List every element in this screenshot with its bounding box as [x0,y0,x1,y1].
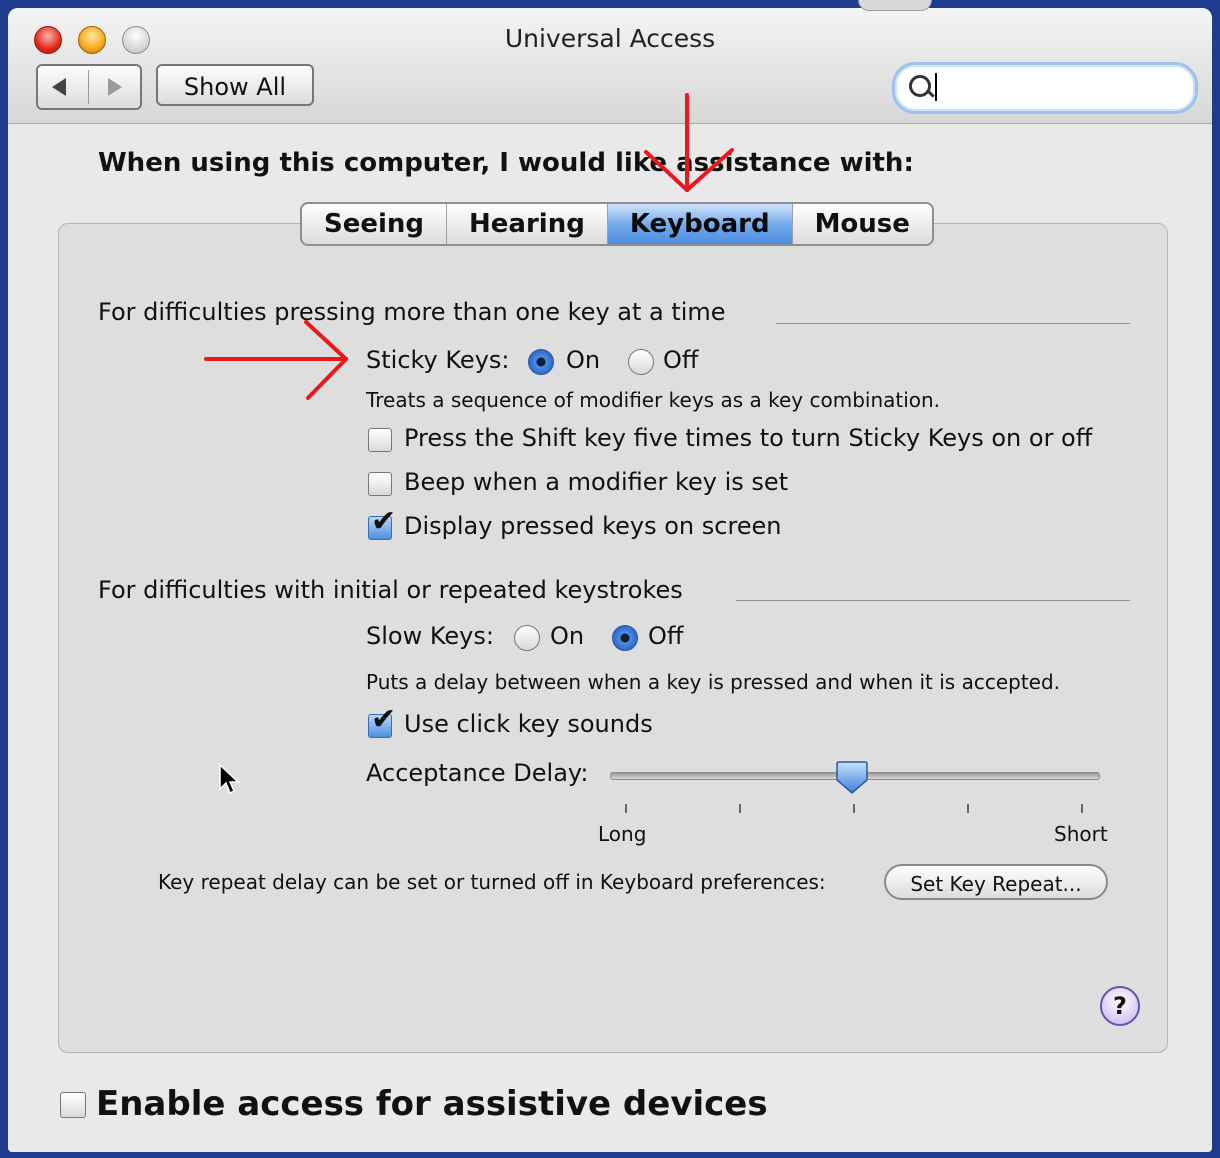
window-title: Universal Access [504,24,716,53]
assistance-tabs: Seeing Hearing Keyboard Mouse [300,202,934,246]
slider-tick [853,804,855,813]
sticky-keys-off-radio[interactable] [628,349,654,375]
assistance-heading: When using this computer, I would like a… [98,148,914,178]
back-forward-control [36,64,142,110]
slow-keys-off-radio[interactable] [612,625,638,651]
sticky-keys-on-label[interactable]: On [566,346,600,374]
back-arrow-icon[interactable] [52,78,66,96]
slow-keys-on-label[interactable]: On [550,622,584,650]
slider-tick [967,804,969,813]
set-key-repeat-button[interactable]: Set Key Repeat... [884,864,1108,900]
acceptance-delay-label: Acceptance Delay: [366,759,589,787]
slow-keys-description: Puts a delay between when a key is press… [366,670,1061,694]
search-field[interactable] [892,62,1198,114]
display-pressed-keys-label[interactable]: Display pressed keys on screen [404,512,782,540]
shift-five-times-checkbox[interactable] [368,428,392,452]
checkmark-icon: ✔ [371,702,397,737]
text-caret [935,73,937,101]
help-button[interactable]: ? [1100,986,1140,1026]
forward-arrow-icon[interactable] [108,78,122,96]
sticky-keys-label: Sticky Keys: [366,346,510,374]
slow-keys-on-radio[interactable] [514,625,540,651]
assistive-devices-label[interactable]: Enable access for assistive devices [96,1084,768,1124]
assistive-devices-checkbox[interactable] [60,1092,86,1118]
tab-keyboard[interactable]: Keyboard [607,204,793,244]
section-divider [736,600,1130,601]
checkmark-icon: ✔ [371,504,397,539]
tab-hearing[interactable]: Hearing [447,204,608,244]
sticky-keys-on-radio[interactable] [528,349,554,375]
beep-modifier-label[interactable]: Beep when a modifier key is set [404,468,788,496]
display-pressed-keys-checkbox[interactable]: ✔ [368,507,396,540]
slider-min-label: Long [598,822,647,846]
search-icon [909,75,931,97]
sticky-section-title: For difficulties pressing more than one … [98,298,726,326]
window-toolbar: Universal Access Show All [8,8,1212,124]
mouse-pointer-icon [219,763,240,795]
slider-tick [1081,804,1083,813]
slider-tick [739,804,741,813]
tab-seeing[interactable]: Seeing [302,204,448,244]
slider-tick [625,804,627,813]
section-divider [776,323,1130,324]
beep-modifier-checkbox[interactable] [368,472,392,496]
key-repeat-text: Key repeat delay can be set or turned of… [158,870,826,894]
slider-thumb[interactable] [836,760,868,794]
tab-mouse[interactable]: Mouse [793,204,932,244]
universal-access-window: Universal Access Show All When using thi… [8,8,1212,1152]
slow-keys-off-label[interactable]: Off [648,622,683,650]
shift-five-times-label[interactable]: Press the Shift key five times to turn S… [404,424,1092,452]
click-key-sounds-label[interactable]: Use click key sounds [404,710,653,738]
slider-max-label: Short [1054,822,1108,846]
window-top-nub [858,0,932,11]
click-key-sounds-checkbox[interactable]: ✔ [368,705,396,738]
sticky-keys-description: Treats a sequence of modifier keys as a … [366,388,941,412]
sticky-keys-off-label[interactable]: Off [663,346,698,374]
slow-keys-label: Slow Keys: [366,622,494,650]
segment-divider [88,70,89,104]
show-all-button[interactable]: Show All [156,64,314,106]
slow-section-title: For difficulties with initial or repeate… [98,576,683,604]
